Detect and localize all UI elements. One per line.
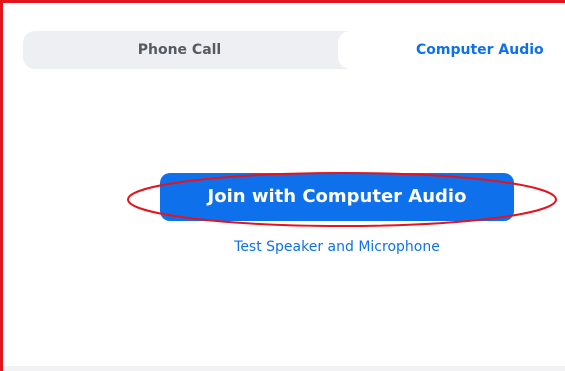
test-speaker-microphone-link[interactable]: Test Speaker and Microphone	[160, 239, 514, 255]
bottom-divider	[3, 366, 565, 371]
tab-computer-audio[interactable]: Computer Audio	[338, 31, 565, 69]
tab-phone-call[interactable]: Phone Call	[23, 31, 336, 69]
join-with-computer-audio-button[interactable]: Join with Computer Audio	[160, 173, 514, 221]
dialog-frame: Phone Call Computer Audio Join with Comp…	[0, 0, 565, 371]
audio-tab-bar: Phone Call Computer Audio	[23, 31, 565, 69]
